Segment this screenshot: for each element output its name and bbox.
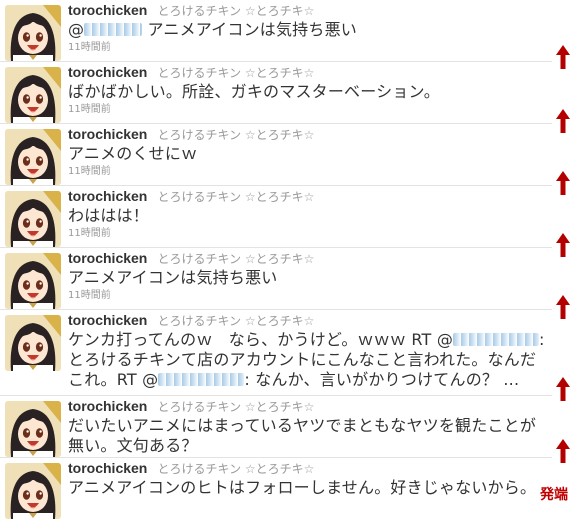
screen-name-link[interactable]: torochicken	[68, 250, 147, 266]
avatar[interactable]	[5, 5, 61, 61]
tweet-text: アニメアイコンのヒトはフォローしません。好きじゃないから。	[68, 478, 537, 497]
avatar[interactable]	[5, 401, 61, 457]
up-arrow-icon	[554, 108, 572, 134]
redacted-mention	[453, 333, 540, 346]
up-arrow-icon	[554, 438, 572, 464]
up-arrow-icon	[554, 232, 572, 258]
up-arrow-icon	[554, 170, 572, 196]
full-name: とろけるチキン ☆とろチキ☆	[157, 462, 315, 476]
tweet-header: torochicken とろけるチキン ☆とろチキ☆	[68, 458, 550, 478]
tweet-item: torochicken とろけるチキン ☆とろチキ☆ わははは！ 11時間前	[0, 186, 552, 248]
tweet-text: アニメアイコンは気持ち悪い	[68, 268, 278, 287]
tweet-item: torochicken とろけるチキン ☆とろチキ☆ ケンカ打ってんのｗ なら、…	[0, 310, 552, 396]
avatar[interactable]	[5, 463, 61, 519]
full-name: とろけるチキン ☆とろチキ☆	[157, 4, 315, 18]
avatar[interactable]	[5, 129, 61, 185]
screen-name-link[interactable]: torochicken	[68, 188, 147, 204]
tweet-header: torochicken とろけるチキン ☆とろチキ☆	[68, 124, 550, 144]
screen-name-link[interactable]: torochicken	[68, 312, 147, 328]
tweet-item: torochicken とろけるチキン ☆とろチキ☆ @ アニメアイコンは気持ち…	[0, 0, 552, 62]
tweet-text: ばかばかしい。所詮、ガキのマスターベーション。	[68, 82, 440, 101]
tweet-header: torochicken とろけるチキン ☆とろチキ☆	[68, 248, 550, 268]
tweet-content: torochicken とろけるチキン ☆とろチキ☆ アニメアイコンのヒトはフォ…	[68, 458, 550, 498]
tweet-header: torochicken とろけるチキン ☆とろチキ☆	[68, 186, 550, 206]
avatar[interactable]	[5, 67, 61, 123]
tweet-text: アニメのくせにｗ	[68, 144, 198, 163]
screen-name-link[interactable]: torochicken	[68, 64, 147, 80]
tweet-content: torochicken とろけるチキン ☆とろチキ☆ だいたいアニメにはまってい…	[68, 396, 550, 456]
timestamp-link[interactable]: 11時間前	[68, 41, 550, 55]
tweet-text-body: アニメアイコンは気持ち悪い	[142, 20, 357, 39]
tweet-text: @ アニメアイコンは気持ち悪い	[68, 20, 550, 40]
screen-name-link[interactable]: torochicken	[68, 2, 147, 18]
tweet-text: ケンカ打ってんのｗ なら、かうけど。ｗｗｗ RT @: とろけるチキンて店のアカ…	[68, 330, 550, 390]
up-arrow-icon	[554, 294, 572, 320]
tweet-content: torochicken とろけるチキン ☆とろチキ☆ アニメのくせにｗ 11時間…	[68, 124, 550, 179]
tweet-item: torochicken とろけるチキン ☆とろチキ☆ だいたいアニメにはまってい…	[0, 396, 552, 458]
tweet-text-part: : なんか、言いがかりつけてんの？ ...	[244, 370, 520, 389]
full-name: とろけるチキン ☆とろチキ☆	[157, 400, 315, 414]
mention-prefix: @	[68, 20, 85, 39]
screen-name-link[interactable]: torochicken	[68, 460, 147, 476]
up-arrow-icon	[554, 376, 572, 402]
tweet-content: torochicken とろけるチキン ☆とろチキ☆ アニメアイコンは気持ち悪い…	[68, 248, 550, 303]
tweet-item: torochicken とろけるチキン ☆とろチキ☆ アニメのくせにｗ 11時間…	[0, 124, 552, 186]
tweet-item: torochicken とろけるチキン ☆とろチキ☆ ばかばかしい。所詮、ガキの…	[0, 62, 552, 124]
origin-label: 発端	[540, 487, 568, 503]
up-arrow-icon	[554, 44, 572, 70]
timestamp-link[interactable]: 11時間前	[68, 289, 550, 303]
screen-name-link[interactable]: torochicken	[68, 126, 147, 142]
tweet-text: だいたいアニメにはまっているヤツでまともなヤツを観たことが無い。文句ある？	[68, 416, 537, 455]
avatar[interactable]	[5, 315, 61, 371]
full-name: とろけるチキン ☆とろチキ☆	[157, 128, 315, 142]
tweet-content: torochicken とろけるチキン ☆とろチキ☆ わははは！ 11時間前	[68, 186, 550, 241]
avatar[interactable]	[5, 191, 61, 247]
avatar[interactable]	[5, 253, 61, 309]
tweet-text: わははは！	[68, 206, 150, 225]
full-name: とろけるチキン ☆とろチキ☆	[157, 66, 315, 80]
tweet-content: torochicken とろけるチキン ☆とろチキ☆ @ アニメアイコンは気持ち…	[68, 0, 550, 55]
tweet-text-part: ケンカ打ってんのｗ なら、かうけど。ｗｗｗ RT @	[68, 330, 454, 349]
tweet-header: torochicken とろけるチキン ☆とろチキ☆	[68, 62, 550, 82]
tweet-content: torochicken とろけるチキン ☆とろチキ☆ ケンカ打ってんのｗ なら、…	[68, 310, 550, 390]
redacted-mention	[158, 373, 245, 386]
timestamp-link[interactable]: 11時間前	[68, 165, 550, 179]
tweet-item: torochicken とろけるチキン ☆とろチキ☆ アニメアイコンのヒトはフォ…	[0, 458, 552, 521]
full-name: とろけるチキン ☆とろチキ☆	[157, 190, 315, 204]
timestamp-link[interactable]: 11時間前	[68, 227, 550, 241]
timestamp-link[interactable]: 11時間前	[68, 103, 550, 117]
screen-name-link[interactable]: torochicken	[68, 398, 147, 414]
full-name: とろけるチキン ☆とろチキ☆	[157, 314, 315, 328]
tweet-header: torochicken とろけるチキン ☆とろチキ☆	[68, 310, 550, 330]
full-name: とろけるチキン ☆とろチキ☆	[157, 252, 315, 266]
tweet-content: torochicken とろけるチキン ☆とろチキ☆ ばかばかしい。所詮、ガキの…	[68, 62, 550, 117]
tweet-header: torochicken とろけるチキン ☆とろチキ☆	[68, 396, 550, 416]
redacted-mention	[84, 23, 143, 36]
tweet-header: torochicken とろけるチキン ☆とろチキ☆	[68, 0, 550, 20]
tweet-item: torochicken とろけるチキン ☆とろチキ☆ アニメアイコンは気持ち悪い…	[0, 248, 552, 310]
